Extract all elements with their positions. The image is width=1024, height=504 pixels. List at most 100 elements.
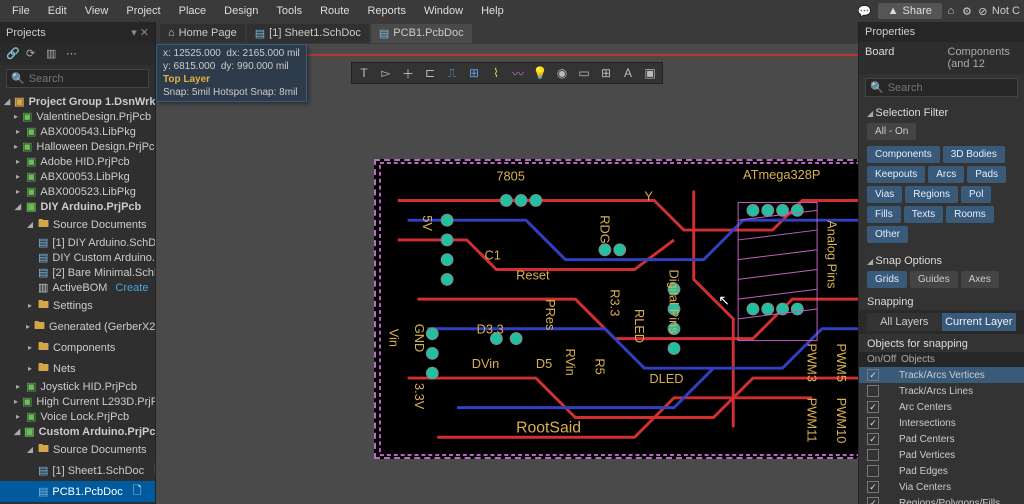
tree-project[interactable]: ▸▣Voice Lock.PrjPcb bbox=[0, 409, 155, 424]
chip-regions[interactable]: Regions bbox=[905, 186, 958, 203]
section-selection-filter[interactable]: Selection Filter bbox=[859, 101, 1024, 123]
link-icon[interactable]: 🔗 bbox=[6, 47, 20, 61]
checkbox[interactable] bbox=[867, 465, 879, 477]
chip-3dbodies[interactable]: 3D Bodies bbox=[943, 146, 1005, 163]
menu-file[interactable]: File bbox=[4, 3, 38, 19]
menu-view[interactable]: View bbox=[77, 3, 117, 19]
refresh-icon[interactable]: ⟳ bbox=[26, 47, 40, 61]
tab-sheet[interactable]: ▤[1] Sheet1.SchDoc bbox=[247, 24, 369, 43]
chip-components[interactable]: Components bbox=[867, 146, 940, 163]
tree-file[interactable]: ▤DIY Custom Arduino.l bbox=[0, 250, 155, 265]
chip-guides[interactable]: Guides bbox=[910, 271, 958, 288]
menu-window[interactable]: Window bbox=[416, 3, 471, 19]
snap-object-row[interactable]: Pad Centers bbox=[859, 431, 1024, 447]
tree-src-docs[interactable]: ◢🖿Source Documents bbox=[0, 439, 155, 460]
section-snap-options[interactable]: Snap Options bbox=[859, 249, 1024, 271]
tree-project[interactable]: ▸▣High Current L293D.PrjPc bbox=[0, 394, 155, 409]
tree-nets[interactable]: ▸🖿Nets bbox=[0, 358, 155, 379]
home-icon[interactable]: ⌂ bbox=[944, 4, 958, 18]
checkbox[interactable] bbox=[867, 401, 879, 413]
chip-pads[interactable]: Pads bbox=[967, 166, 1006, 183]
tab-components-mode[interactable]: Components (and 12 bbox=[942, 42, 1024, 74]
tree-project[interactable]: ▸▣Halloween Design.PrjPcl bbox=[0, 139, 155, 154]
tree-schdoc[interactable]: ▤[2] Bare Minimal.SchD bbox=[0, 265, 155, 280]
share-button[interactable]: ▲ Share bbox=[878, 3, 942, 19]
tree-custom-project[interactable]: ◢▣Custom Arduino.PrjPcb * bbox=[0, 424, 155, 439]
projects-search[interactable]: 🔍 bbox=[6, 69, 149, 88]
folder-icon[interactable]: ▥ bbox=[46, 47, 60, 61]
move-tool-icon[interactable]: ▻ bbox=[378, 65, 394, 81]
tree-src-docs[interactable]: ◢🖿Source Documents bbox=[0, 214, 155, 235]
tree-pcbdoc-active[interactable]: ▤PCB1.PcbDoc🗋 bbox=[0, 481, 155, 502]
options-icon[interactable]: ⋯ bbox=[66, 47, 80, 61]
panel-menu-icon[interactable]: ▾ ✕ bbox=[131, 26, 149, 39]
align-icon[interactable]: ⊞ bbox=[466, 65, 482, 81]
snap-object-row[interactable]: Pad Edges bbox=[859, 463, 1024, 479]
chip-texts[interactable]: Texts bbox=[904, 206, 943, 223]
snap-object-row[interactable]: Regions/Polygons/Fills bbox=[859, 495, 1024, 504]
chip-pol[interactable]: Pol bbox=[961, 186, 991, 203]
tree-project[interactable]: ▸▣ABX000543.LibPkg bbox=[0, 124, 155, 139]
snap-object-row[interactable]: Track/Arcs Lines bbox=[859, 383, 1024, 399]
chip-grids[interactable]: Grids bbox=[867, 271, 907, 288]
snap-object-row[interactable]: Intersections bbox=[859, 415, 1024, 431]
crosshair-icon[interactable]: ＋ bbox=[400, 65, 416, 81]
snap-object-row[interactable]: Track/Arcs Vertices bbox=[859, 367, 1024, 383]
pcb-board[interactable]: 7805 ATmega328P CP Programmer C1 Reset R… bbox=[374, 159, 858, 459]
menu-edit[interactable]: Edit bbox=[40, 3, 75, 19]
checkbox[interactable] bbox=[867, 449, 879, 461]
chip-arcs[interactable]: Arcs bbox=[928, 166, 964, 183]
properties-search-input[interactable] bbox=[888, 82, 1013, 94]
bulb-icon[interactable]: 💡 bbox=[532, 65, 548, 81]
tab-pcb[interactable]: ▤PCB1.PcbDoc bbox=[371, 24, 472, 43]
tree-schdoc[interactable]: ▤[1] DIY Arduino.SchDc bbox=[0, 235, 155, 250]
box-icon[interactable]: ▣ bbox=[642, 65, 658, 81]
chip-all-on[interactable]: All - On bbox=[867, 123, 916, 140]
menu-reports[interactable]: Reports bbox=[359, 3, 414, 19]
tab-home[interactable]: ⌂Home Page bbox=[160, 24, 245, 42]
menu-tools[interactable]: Tools bbox=[268, 3, 310, 19]
tab-board-mode[interactable]: Board bbox=[859, 42, 942, 74]
menu-design[interactable]: Design bbox=[216, 3, 266, 19]
via-tool-icon[interactable]: ◉ bbox=[554, 65, 570, 81]
select-icon[interactable]: ▭ bbox=[576, 65, 592, 81]
tree-schdoc[interactable]: ▤[1] Sheet1.SchDoc🗋 bbox=[0, 460, 155, 481]
projects-search-input[interactable] bbox=[29, 73, 144, 85]
checkbox[interactable] bbox=[867, 481, 879, 493]
route-icon[interactable]: ⌇ bbox=[488, 65, 504, 81]
tree-project[interactable]: ▸▣Joystick HID.PrjPcb bbox=[0, 379, 155, 394]
menu-project[interactable]: Project bbox=[118, 3, 168, 19]
menu-place[interactable]: Place bbox=[171, 3, 215, 19]
info-icon[interactable]: A bbox=[620, 65, 636, 81]
grid-icon[interactable]: ⊞ bbox=[598, 65, 614, 81]
tree-settings[interactable]: ▸🖿Settings bbox=[0, 295, 155, 316]
checkbox[interactable] bbox=[867, 417, 879, 429]
chip-other[interactable]: Other bbox=[867, 226, 908, 243]
tree-project[interactable]: ▸▣ABX00053.LibPkg bbox=[0, 169, 155, 184]
dimension-icon[interactable]: ⊏ bbox=[422, 65, 438, 81]
checkbox[interactable] bbox=[867, 385, 879, 397]
comment-icon[interactable]: 💬 bbox=[858, 4, 872, 18]
snap-object-row[interactable]: Via Centers bbox=[859, 479, 1024, 495]
tree-root[interactable]: ◢▣Project Group 1.DsnWrk bbox=[0, 94, 155, 109]
btn-all-layers[interactable]: All Layers bbox=[867, 313, 942, 331]
polygon-icon[interactable]: 〰 bbox=[510, 65, 526, 81]
text-tool-icon[interactable]: T bbox=[356, 65, 372, 81]
chip-rooms[interactable]: Rooms bbox=[946, 206, 994, 223]
checkbox[interactable] bbox=[867, 369, 879, 381]
tree-activebom[interactable]: ▥ActiveBOMCreate bbox=[0, 280, 155, 295]
menu-help[interactable]: Help bbox=[473, 3, 512, 19]
menu-route[interactable]: Route bbox=[312, 3, 357, 19]
component-icon[interactable]: ⎍ bbox=[444, 65, 460, 81]
checkbox[interactable] bbox=[867, 433, 879, 445]
tree-diy-project[interactable]: ◢▣DIY Arduino.PrjPcb bbox=[0, 199, 155, 214]
checkbox[interactable] bbox=[867, 497, 879, 504]
create-link[interactable]: Create bbox=[115, 282, 148, 294]
tree-project[interactable]: ▸▣Adobe HID.PrjPcb bbox=[0, 154, 155, 169]
tree-project[interactable]: ▸▣ValentineDesign.PrjPcb bbox=[0, 109, 155, 124]
btn-current-layer[interactable]: Current Layer bbox=[942, 313, 1017, 331]
snap-object-row[interactable]: Arc Centers bbox=[859, 399, 1024, 415]
snap-object-row[interactable]: Pad Vertices bbox=[859, 447, 1024, 463]
gear-icon[interactable]: ⚙ bbox=[960, 4, 974, 18]
tree-project[interactable]: ▸▣ABX000523.LibPkg bbox=[0, 184, 155, 199]
